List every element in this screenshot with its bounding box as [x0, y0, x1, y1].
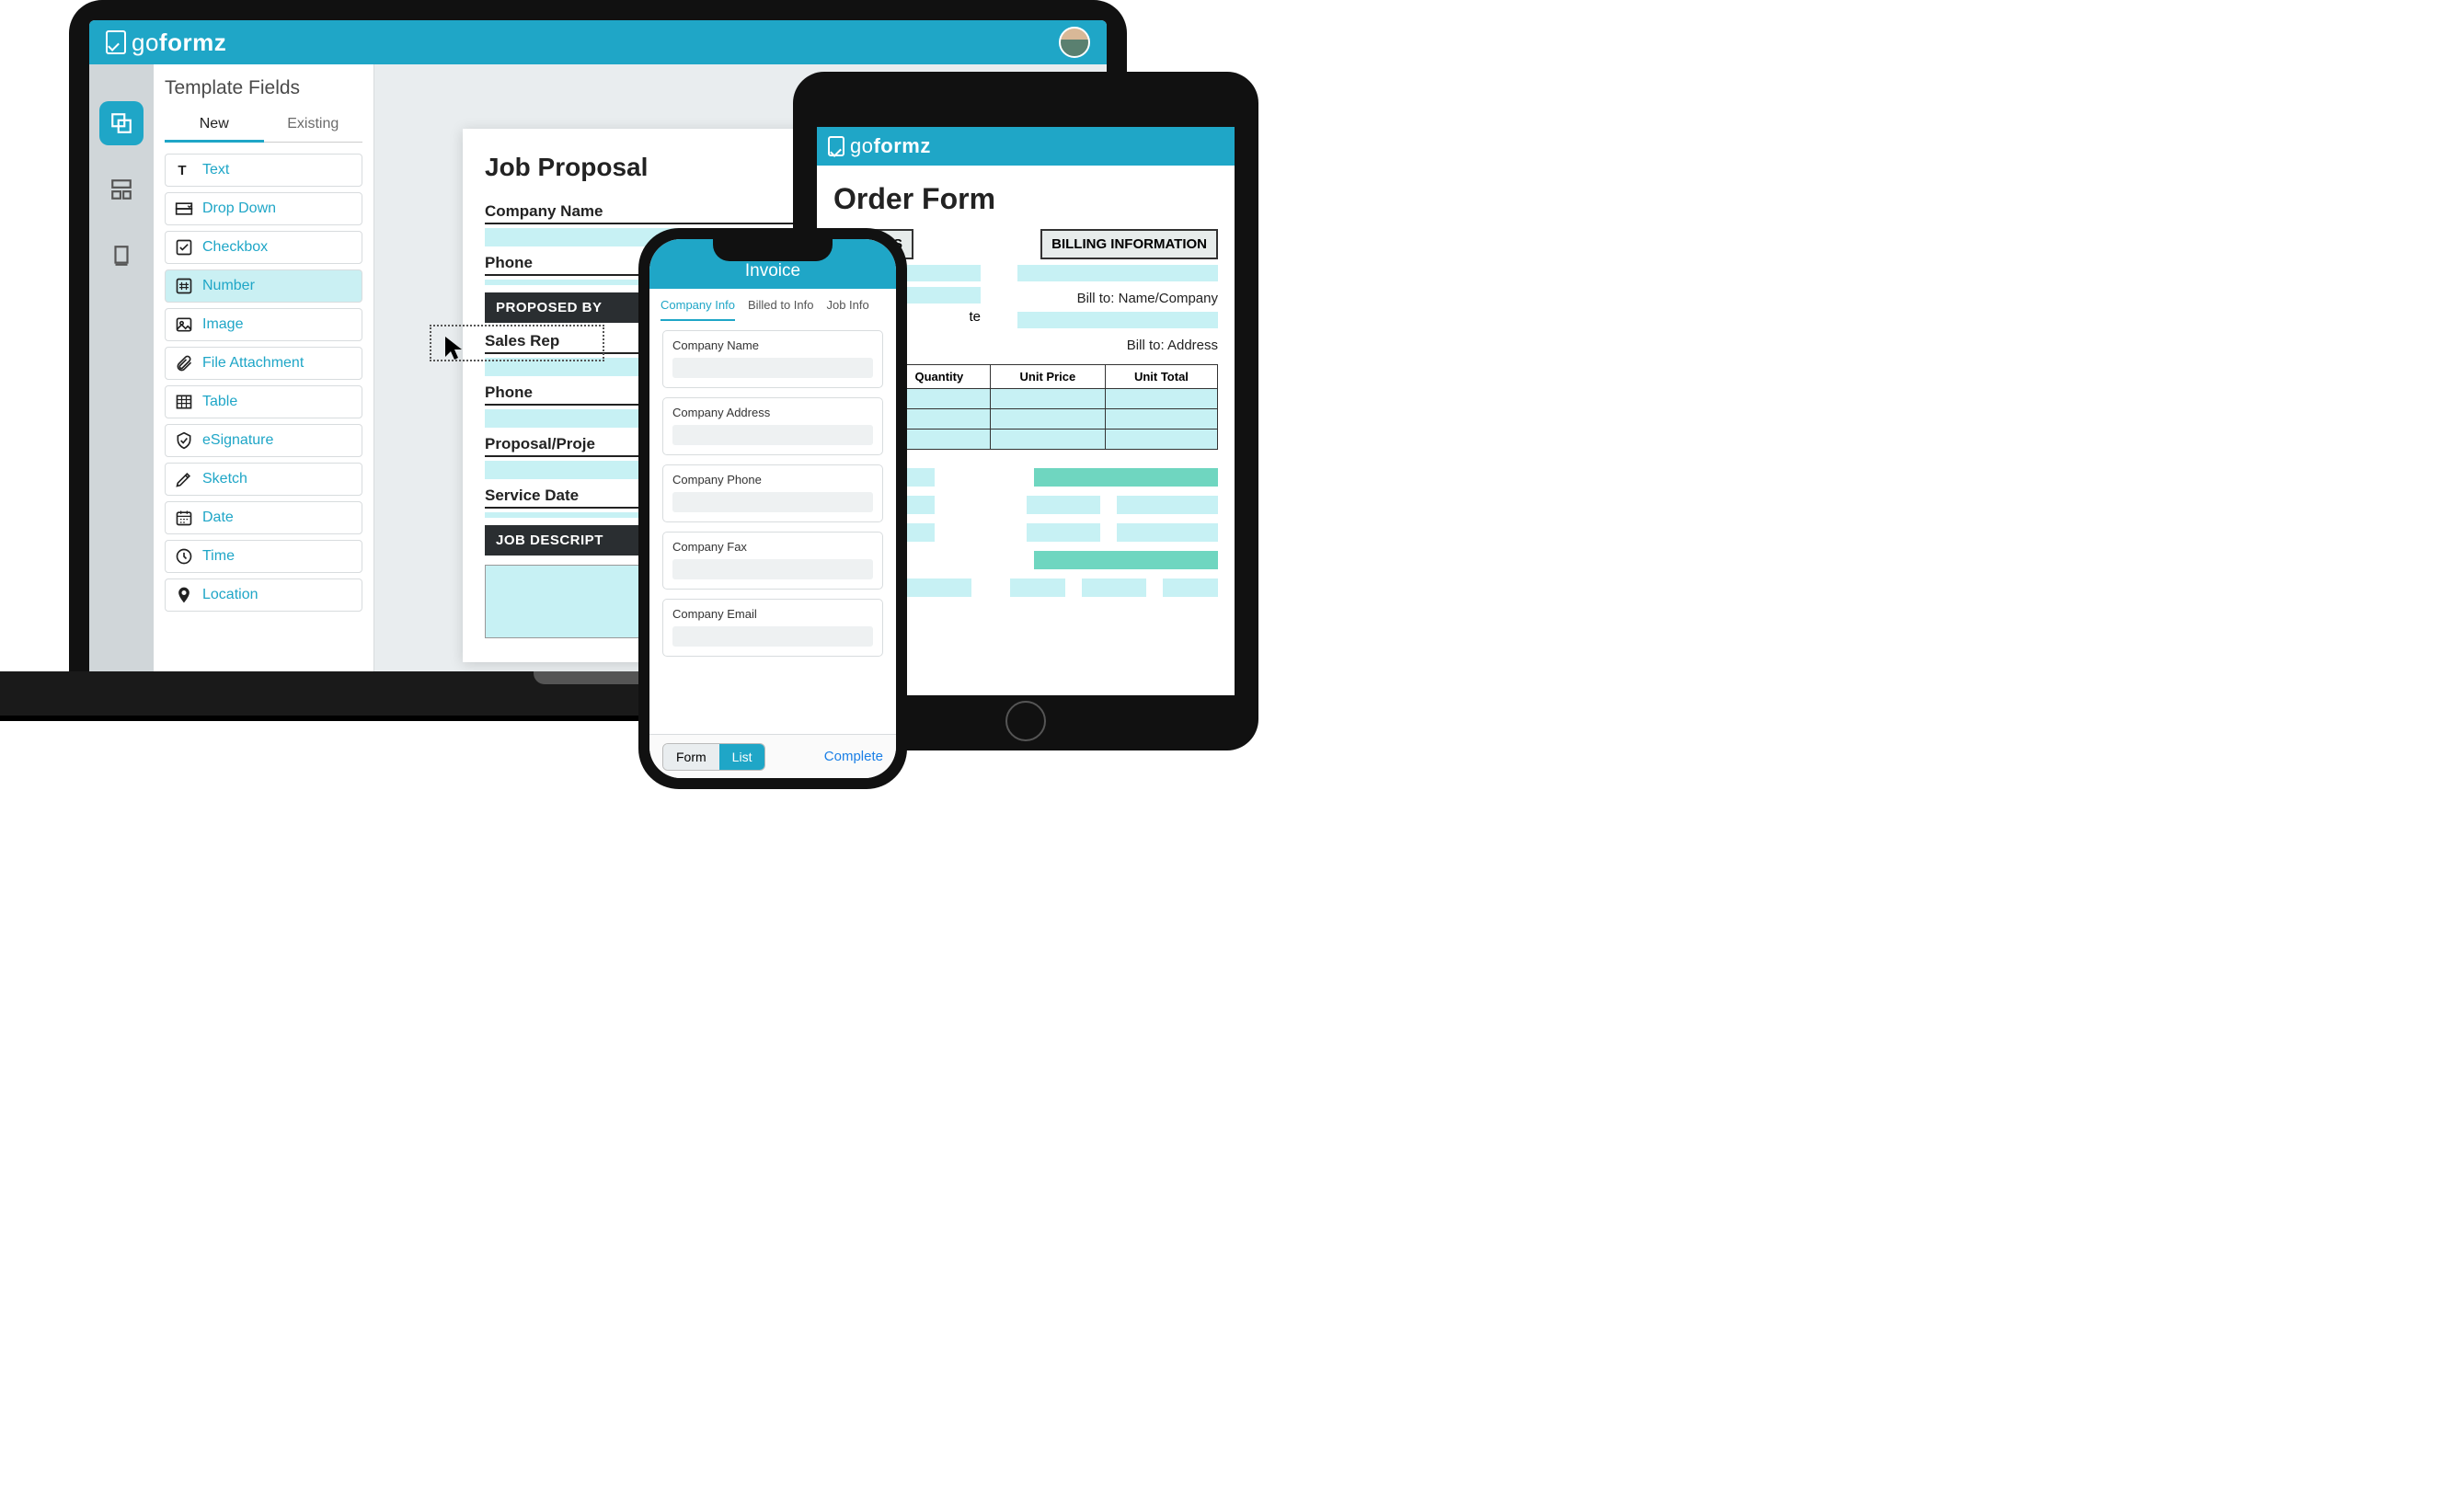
order-form-title: Order Form: [833, 182, 1218, 216]
tab-new[interactable]: New: [165, 109, 264, 143]
logo-text: goformz: [850, 134, 931, 158]
billto-name-label: Bill to: Name/Company: [1017, 291, 1218, 306]
template-fields-panel: Template Fields New Existing T Text Drop…: [154, 64, 374, 671]
field-image[interactable]: Image: [165, 308, 362, 341]
logo-icon: [828, 136, 844, 156]
nav-rail: [89, 64, 154, 671]
field-esignature[interactable]: eSignature: [165, 424, 362, 457]
bar: [1034, 551, 1218, 569]
tablet-header: goformz: [817, 127, 1235, 166]
billto-address-label: Bill to: Address: [1017, 338, 1218, 353]
attachment-icon: [175, 354, 193, 372]
field-company-address[interactable]: Company Address: [662, 397, 883, 455]
complete-button[interactable]: Complete: [824, 749, 883, 764]
field-attachment[interactable]: File Attachment: [165, 347, 362, 380]
number-icon: [175, 277, 193, 295]
field-table[interactable]: Table: [165, 385, 362, 418]
field-sketch[interactable]: Sketch: [165, 463, 362, 496]
field-checkbox[interactable]: Checkbox: [165, 231, 362, 264]
tablet-logo: goformz: [828, 134, 931, 158]
rail-template-icon[interactable]: [99, 101, 144, 145]
bar: [1082, 578, 1146, 597]
field-company-phone[interactable]: Company Phone: [662, 464, 883, 522]
field-time[interactable]: Time: [165, 540, 362, 573]
tab-job-info[interactable]: Job Info: [826, 298, 868, 321]
image-icon: [175, 315, 193, 334]
phone-footer: Form List Complete: [649, 734, 896, 778]
rail-pages-icon[interactable]: [99, 234, 144, 278]
bar: [1117, 496, 1218, 514]
doc-label-company: Company Name: [485, 202, 827, 224]
field-company-name[interactable]: Company Name: [662, 330, 883, 388]
field-number[interactable]: Number: [165, 269, 362, 303]
checkbox-icon: [175, 238, 193, 257]
dropdown-icon: [175, 200, 193, 218]
billing-line[interactable]: [1017, 312, 1218, 328]
phone-form: Company Name Company Address Company Pho…: [649, 321, 896, 734]
user-avatar[interactable]: [1059, 27, 1090, 58]
rail-layout-icon[interactable]: [99, 167, 144, 212]
phone-screen: Invoice Company Info Billed to Info Job …: [649, 239, 896, 778]
field-company-email[interactable]: Company Email: [662, 599, 883, 657]
svg-text:T: T: [178, 163, 186, 178]
phone-title: Invoice: [745, 261, 800, 281]
field-text[interactable]: T Text: [165, 154, 362, 187]
bar: [1117, 523, 1218, 542]
field-location[interactable]: Location: [165, 578, 362, 612]
tab-existing[interactable]: Existing: [264, 109, 363, 143]
field-dropdown[interactable]: Drop Down: [165, 192, 362, 225]
billing-line[interactable]: [1017, 265, 1218, 281]
bar: [1027, 496, 1100, 514]
bar: [1163, 578, 1218, 597]
brand-logo: goformz: [106, 29, 226, 57]
th-unit-total: Unit Total: [1105, 365, 1217, 389]
phone-device: Invoice Company Info Billed to Info Job …: [638, 228, 907, 789]
signature-icon: [175, 431, 193, 450]
field-list: T Text Drop Down Checkbox: [165, 154, 362, 612]
doc-title: Job Proposal: [485, 153, 827, 182]
tablet-home-button[interactable]: [1005, 701, 1046, 741]
th-unit-price: Unit Price: [990, 365, 1105, 389]
bar: [1010, 578, 1065, 597]
bar: [1027, 523, 1100, 542]
text-icon: T: [175, 161, 193, 179]
section-billing: BILLING INFORMATION: [1040, 229, 1218, 259]
time-icon: [175, 547, 193, 566]
panel-title: Template Fields: [165, 77, 362, 99]
field-company-fax[interactable]: Company Fax: [662, 532, 883, 590]
location-icon: [175, 586, 193, 604]
logo-text: goformz: [132, 29, 226, 57]
table-icon: [175, 393, 193, 411]
tab-billed-info[interactable]: Billed to Info: [748, 298, 814, 321]
seg-list[interactable]: List: [719, 744, 765, 770]
date-icon: [175, 509, 193, 527]
seg-form[interactable]: Form: [663, 744, 719, 770]
view-segmented-control: Form List: [662, 743, 765, 771]
field-date[interactable]: Date: [165, 501, 362, 534]
tab-company-info[interactable]: Company Info: [661, 298, 735, 321]
phone-tabs: Company Info Billed to Info Job Info: [649, 289, 896, 321]
bar: [1034, 468, 1218, 487]
panel-tabs: New Existing: [165, 109, 362, 143]
phone-notch: [713, 239, 833, 261]
app-header: goformz: [89, 20, 1107, 64]
sketch-icon: [175, 470, 193, 488]
logo-icon: [106, 30, 126, 54]
